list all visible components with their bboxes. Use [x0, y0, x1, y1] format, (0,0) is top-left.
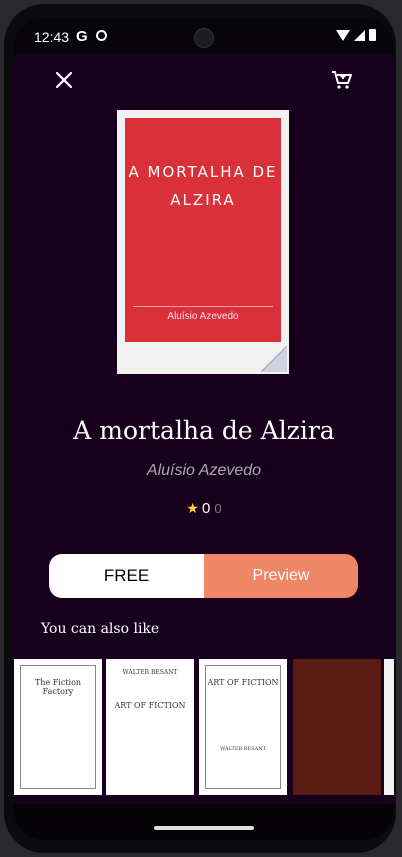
cover-author: Aluísio Azevedo	[167, 311, 239, 322]
navigation-bar	[14, 804, 394, 840]
cart-icon[interactable]	[330, 68, 354, 92]
battery-icon	[369, 29, 376, 41]
book-cover: A MORTALHA DE ALZIRA Aluísio Azevedo	[117, 110, 289, 374]
close-icon[interactable]	[52, 68, 76, 92]
book-title: A mortalha de Alzira	[73, 416, 335, 445]
preview-button[interactable]: Preview	[204, 554, 358, 598]
home-gesture-handle[interactable]	[154, 826, 254, 830]
front-camera	[194, 28, 214, 48]
app-screen: 12:43 G A MORTALHA DE ALZIRA Aluísio Aze	[14, 18, 394, 840]
cover-divider	[133, 306, 273, 307]
book-author: Aluísio Azevedo	[146, 462, 262, 479]
rating-count: 0	[214, 501, 222, 516]
action-buttons: FREE Preview	[49, 554, 358, 598]
recommendation-title: ART OF FICTION	[114, 701, 186, 710]
page-curl-icon	[261, 346, 287, 372]
recommendations-list: The Fiction Factory WALTER BESANT ART OF…	[14, 659, 394, 795]
cover-border: ART OF FICTION WALTER BESANT	[205, 665, 281, 789]
recommendation-author: WALTER BESANT	[220, 746, 266, 752]
status-icons	[336, 29, 376, 41]
recommendations-heading: You can also like	[41, 621, 160, 637]
google-icon: G	[76, 28, 88, 45]
star-icon: ★	[186, 500, 199, 516]
free-button[interactable]: FREE	[49, 554, 204, 598]
status-time: 12:43	[34, 29, 70, 45]
status-bar: 12:43 G	[14, 18, 394, 54]
recommendation-item[interactable]	[384, 659, 394, 795]
recommendation-item[interactable]: ART OF FICTION WALTER BESANT	[199, 659, 287, 795]
rating-value: 0	[201, 500, 211, 517]
recommendation-item[interactable]: WALTER BESANT ART OF FICTION	[106, 659, 194, 795]
cover-title: A MORTALHA DE ALZIRA	[128, 163, 278, 209]
book-cover-art: A MORTALHA DE ALZIRA Aluísio Azevedo	[125, 118, 281, 342]
recommendation-author: WALTER BESANT	[122, 669, 178, 676]
signal-icon	[354, 29, 365, 41]
phone-frame: 12:43 G A MORTALHA DE ALZIRA Aluísio Aze	[4, 4, 396, 853]
cover-border: The Fiction Factory	[20, 665, 96, 789]
wifi-icon	[336, 29, 350, 41]
rating: ★ 0 0	[14, 500, 394, 517]
notification-icon	[96, 30, 107, 41]
recommendation-item[interactable]: The Fiction Factory	[14, 659, 102, 795]
recommendation-item[interactable]	[293, 659, 381, 795]
recommendation-title: ART OF FICTION	[207, 678, 279, 687]
recommendation-title: The Fiction Factory	[34, 678, 82, 696]
